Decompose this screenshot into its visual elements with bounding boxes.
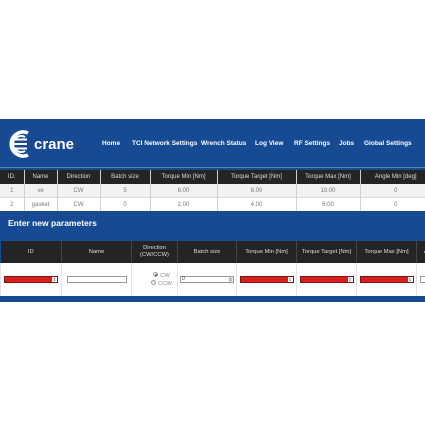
name-cell	[61, 263, 132, 296]
cell-torque-min: 2.00	[149, 197, 217, 211]
col-header-torque-target: Torque Target [Nm]	[216, 170, 296, 184]
radio-ccw[interactable]	[151, 280, 157, 286]
nav-global-settings[interactable]: Global Settings	[364, 140, 412, 147]
nav-tci-network-settings[interactable]: TCI Network Settings	[132, 140, 197, 147]
id-input[interactable]: ⇕	[4, 275, 58, 283]
direction-option-cw[interactable]: CW	[146, 272, 177, 280]
table-header-row: ID. Name Direction Batch size Torque Min…	[0, 170, 425, 184]
form-header-id: ID	[0, 241, 62, 263]
table-row[interactable]: 2 gasket CW 0 2.00 4.00 6.00 0	[0, 197, 425, 211]
spinner-arrows-icon[interactable]: ⇕	[52, 276, 57, 282]
cell-direction: CW	[56, 184, 100, 198]
col-header-torque-min: Torque Min [Nm]	[149, 170, 217, 184]
form-header-angle-min: A	[416, 241, 425, 263]
id-cell: ⇕	[0, 263, 62, 296]
direction-option-label: CW	[160, 272, 170, 279]
angle-min-input[interactable]	[419, 275, 425, 283]
batch-size-value: 0	[182, 275, 185, 282]
form-input-row: ⇕ CW CCW 0 ⇕ ⇕ ⇕ ⇕	[0, 263, 425, 296]
spinner-arrows-icon[interactable]: ⇕	[228, 276, 233, 282]
col-header-angle-min: Angle Min [deg]	[359, 170, 425, 184]
form-header-row: ID Name Direction (CW/CCW) Batch size To…	[0, 241, 425, 263]
name-input[interactable]	[66, 275, 127, 283]
table-row[interactable]: 1 ve CW 5 6.00 8.00 10.00 0	[0, 184, 425, 198]
cell-id: 1	[0, 184, 24, 198]
cell-torque-max: 6.00	[295, 197, 360, 211]
cell-angle-min: 0	[359, 197, 425, 211]
form-header-torque-max: Torque Max [Nm]	[356, 241, 417, 263]
form-header-name: Name	[61, 241, 132, 263]
brand-name: crane	[34, 136, 74, 153]
cell-name: gasket	[23, 197, 57, 211]
form-header-torque-target: Torque Target [Nm]	[296, 241, 357, 263]
form-header-direction: Direction (CW/CCW)	[131, 241, 178, 263]
nav-home[interactable]: Home	[102, 140, 120, 147]
form-header-batch-size: Batch size	[177, 241, 237, 263]
form-header-torque-min: Torque Min [Nm]	[236, 241, 297, 263]
crane-logo-icon: crane	[9, 130, 74, 158]
col-header-direction: Direction	[56, 170, 100, 184]
direction-option-label: CCW	[158, 280, 172, 287]
direction-option-ccw[interactable]: CCW	[146, 280, 177, 288]
col-header-batch-size: Batch size	[99, 170, 150, 184]
cell-torque-max: 10.00	[295, 184, 360, 198]
cell-torque-target: 8.00	[216, 184, 296, 198]
torque-target-input[interactable]: ⇕	[299, 275, 354, 283]
torque-max-input[interactable]: ⇕	[359, 275, 414, 283]
direction-cell: CW CCW	[131, 263, 178, 296]
torque-max-cell: ⇕	[356, 263, 417, 296]
torque-target-cell: ⇕	[296, 263, 357, 296]
nav-jobs[interactable]: Jobs	[339, 140, 354, 147]
spinner-arrows-icon[interactable]: ⇕	[407, 276, 413, 282]
batch-size-input[interactable]: 0 ⇕	[180, 275, 234, 283]
parameters-table: ID. Name Direction Batch size Torque Min…	[0, 170, 425, 211]
nav-rf-settings[interactable]: RF Settings	[294, 140, 330, 147]
spinner-arrows-icon[interactable]: ⇕	[287, 276, 293, 282]
cell-angle-min: 0	[359, 184, 425, 198]
torque-min-input[interactable]: ⇕	[239, 275, 294, 283]
torque-min-cell: ⇕	[236, 263, 297, 296]
cell-torque-target: 4.00	[216, 197, 296, 211]
angle-min-cell	[416, 263, 425, 296]
cell-direction: CW	[56, 197, 100, 211]
header-divider	[0, 167, 425, 168]
cell-name: ve	[23, 184, 57, 198]
batch-size-cell: 0 ⇕	[177, 263, 237, 296]
spinner-arrows-icon[interactable]: ⇕	[347, 276, 353, 282]
nav-log-view[interactable]: Log View	[255, 140, 283, 147]
cell-id: 2	[0, 197, 24, 211]
col-header-id: ID.	[0, 170, 24, 184]
radio-cw[interactable]	[153, 272, 159, 278]
crane-logo[interactable]: crane	[8, 127, 80, 161]
col-header-torque-max: Torque Max [Nm]	[295, 170, 360, 184]
cell-batch-size: 0	[99, 197, 150, 211]
new-parameters-title: Enter new parameters	[8, 218, 97, 228]
col-header-name: Name	[23, 170, 57, 184]
cell-batch-size: 5	[99, 184, 150, 198]
new-parameters-form: ID Name Direction (CW/CCW) Batch size To…	[0, 241, 425, 296]
nav-wrench-status[interactable]: Wrench Status	[201, 140, 246, 147]
cell-torque-min: 6.00	[149, 184, 217, 198]
